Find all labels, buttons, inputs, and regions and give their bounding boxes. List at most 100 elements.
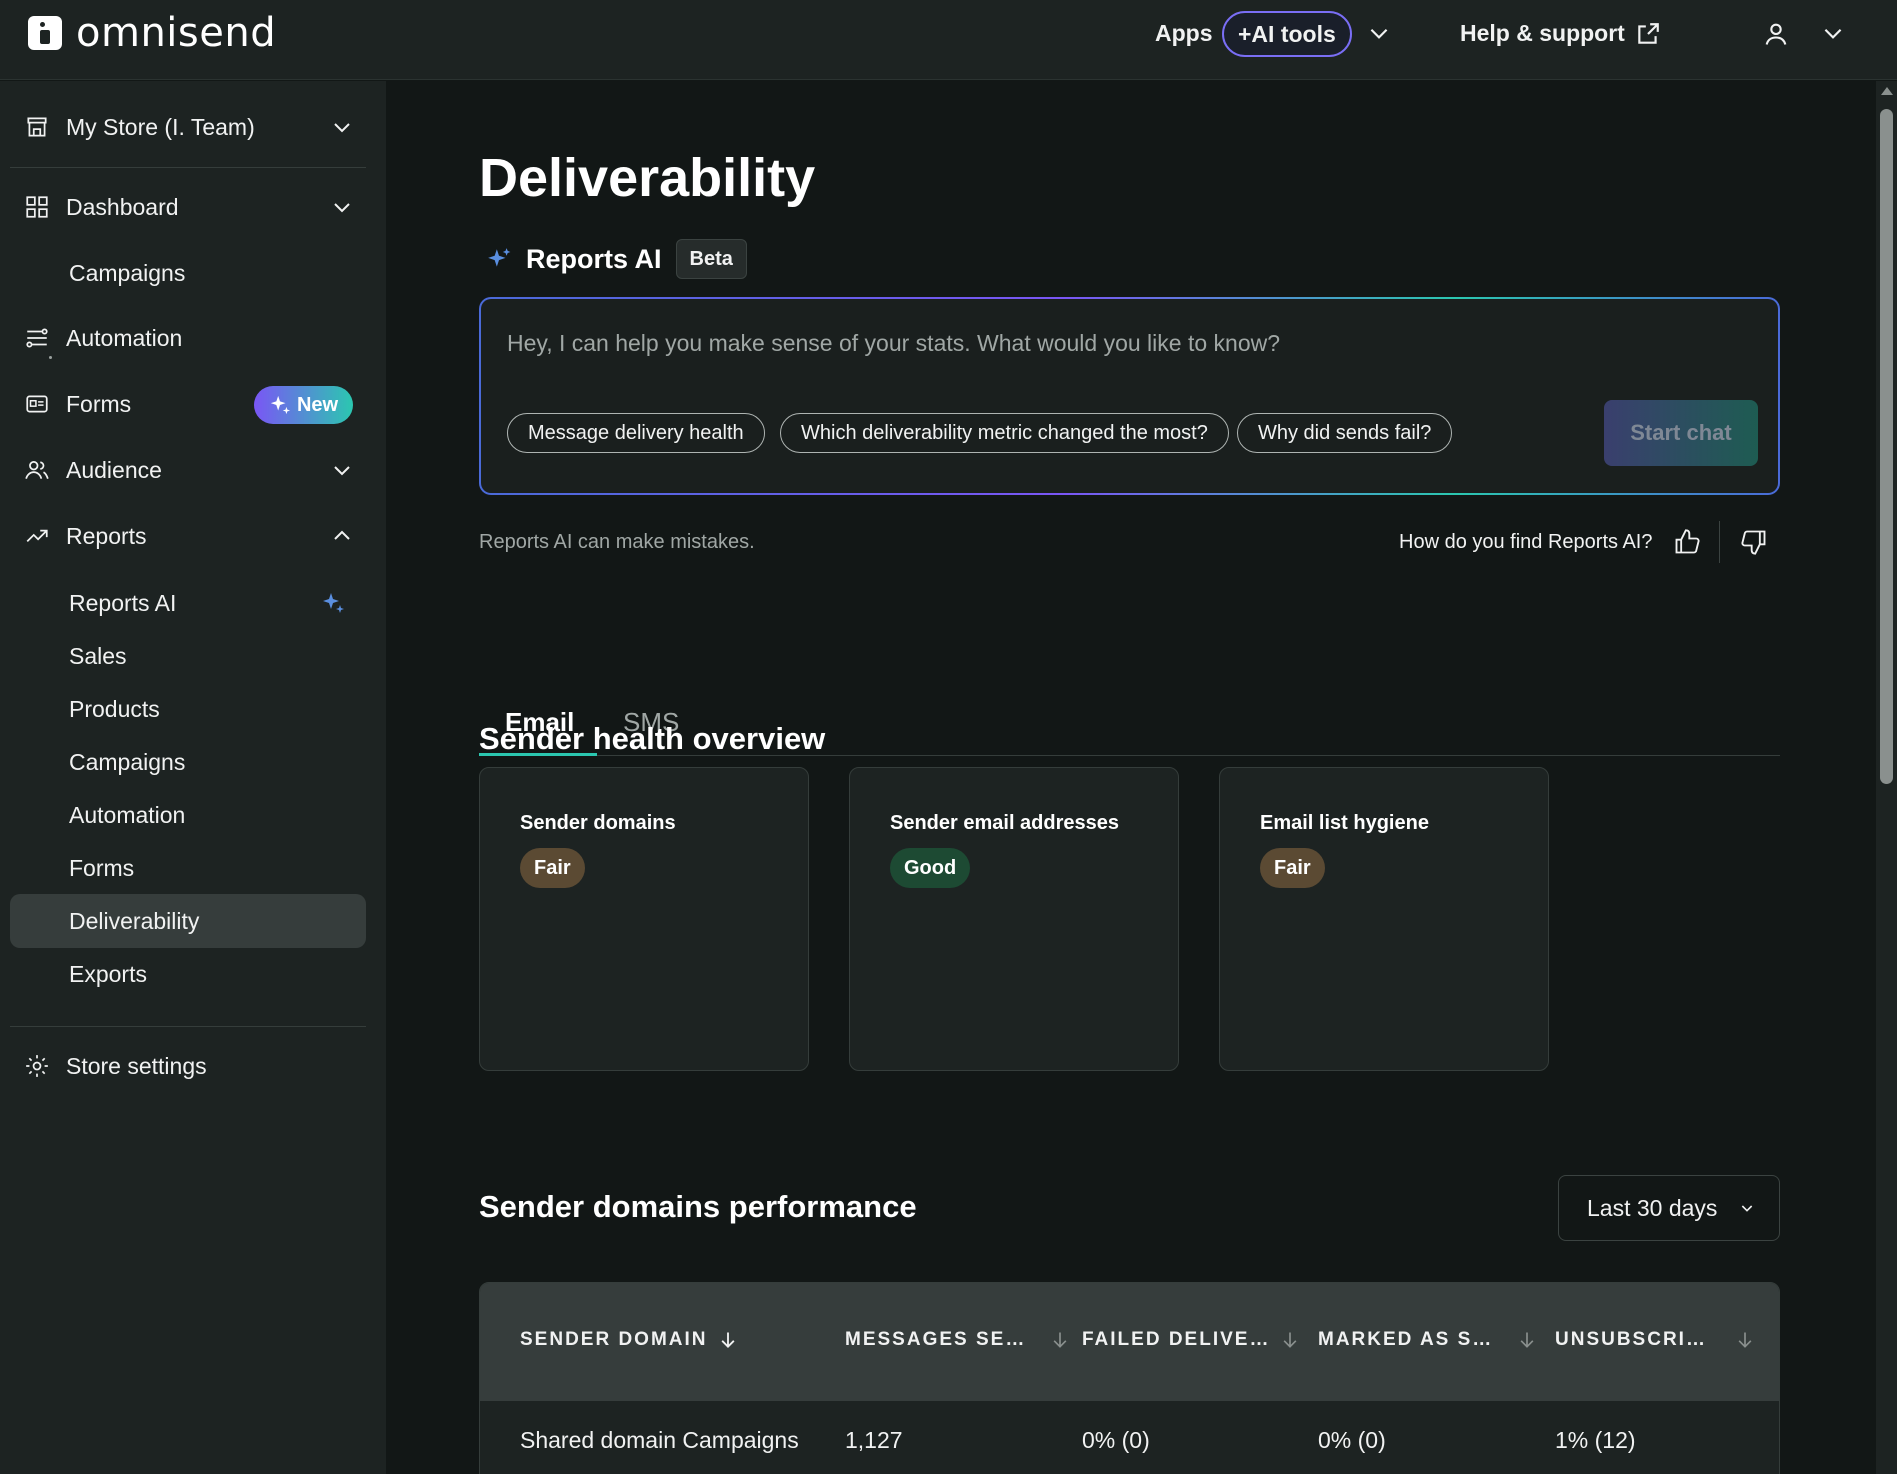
help-support-link[interactable]: Help & support	[1460, 20, 1661, 47]
thumbs-down-icon[interactable]	[1740, 528, 1768, 556]
suggestion-chip-sends-fail[interactable]: Why did sends fail?	[1237, 413, 1453, 453]
card-title: Sender domains	[520, 812, 676, 834]
sidebar-item-dashboard[interactable]: Dashboard	[24, 182, 354, 232]
sidebar-item-products[interactable]: Products	[69, 687, 369, 731]
dashboard-icon	[26, 196, 48, 218]
sidebar-item-label: Audience	[66, 456, 162, 483]
store-name: My Store (I. Team)	[66, 113, 255, 140]
card-title: Email list hygiene	[1260, 812, 1429, 834]
main-content: Deliverability Reports AI Beta Message d…	[386, 81, 1876, 1474]
sidebar-item-label: Automation	[69, 801, 186, 828]
column-header-label: MESSAGES SE…	[845, 1329, 1027, 1350]
start-chat-button[interactable]: Start chat	[1604, 400, 1758, 466]
suggestion-chip-metric-changed[interactable]: Which deliverability metric changed the …	[780, 413, 1229, 453]
date-range-select[interactable]: Last 30 days	[1558, 1175, 1780, 1241]
column-header-label: UNSUBSCRI…	[1555, 1329, 1707, 1350]
apps-link[interactable]: Apps	[1155, 20, 1213, 47]
sidebar-item-report-forms[interactable]: Forms	[69, 846, 369, 890]
column-header-marked-as-spam[interactable]: MARKED AS S…	[1318, 1329, 1537, 1351]
thumbs-up-icon[interactable]	[1673, 528, 1701, 556]
omnisend-logo-icon	[28, 16, 62, 50]
chevron-down-icon	[334, 466, 350, 476]
arrow-down-icon	[1053, 1332, 1067, 1348]
user-icon[interactable]	[1762, 20, 1790, 48]
chevron-down-icon	[1741, 1205, 1753, 1212]
column-header-unsubscribed[interactable]: UNSUBSCRI…	[1555, 1329, 1755, 1351]
status-badge: Good	[890, 848, 971, 888]
user-menu-chevron-down-icon[interactable]	[1820, 20, 1846, 46]
table-header: SENDER DOMAIN MESSAGES SE… FAILED DELIVE…	[480, 1283, 1779, 1401]
sparkle-icon	[323, 593, 344, 613]
sidebar-item-label: Reports	[66, 522, 147, 549]
page-title: Deliverability	[479, 148, 816, 208]
gear-icon	[26, 1055, 48, 1077]
sidebar-item-label: Reports AI	[69, 589, 177, 616]
feedback-question: How do you find Reports AI?	[1399, 531, 1653, 553]
status-badge: Fair	[520, 848, 585, 888]
beta-badge: Beta	[675, 239, 747, 279]
audience-icon	[25, 461, 49, 479]
scroll-thumb[interactable]	[1880, 109, 1893, 784]
arrow-down-icon	[721, 1332, 734, 1348]
sidebar-item-store-settings[interactable]: Store settings	[24, 1041, 354, 1091]
sparkle-icon	[270, 395, 291, 415]
sidebar-item-reports[interactable]: Reports	[24, 511, 354, 561]
apps-chevron-down-icon[interactable]	[1366, 20, 1392, 46]
sender-domains-table: SENDER DOMAIN MESSAGES SE… FAILED DELIVE…	[479, 1282, 1780, 1474]
store-switcher[interactable]: My Store (I. Team)	[24, 102, 354, 152]
sidebar-item-automation[interactable]: Automation	[24, 313, 354, 363]
sidebar-item-label: Sales	[69, 642, 127, 669]
column-header-label: FAILED DELIVE…	[1082, 1329, 1271, 1350]
page-scrollbar[interactable]	[1876, 81, 1897, 1474]
status-badge: Fair	[1260, 848, 1325, 888]
sidebar-item-label: Campaigns	[69, 259, 186, 286]
store-icon	[27, 117, 47, 137]
help-support-label: Help & support	[1460, 20, 1625, 46]
card-title: Sender email addresses	[890, 812, 1120, 834]
sender-domains-performance-title: Sender domains performance	[479, 1189, 917, 1224]
column-header-messages-sent[interactable]: MESSAGES SE…	[845, 1329, 1070, 1351]
ai-tools-label: +AI tools	[1238, 20, 1336, 47]
column-header-label: SENDER DOMAIN	[520, 1329, 708, 1350]
sidebar-item-report-automation[interactable]: Automation	[69, 793, 369, 837]
sender-health-title: Sender health overview	[479, 721, 826, 756]
forms-icon	[26, 395, 48, 413]
sidebar-item-audience[interactable]: Audience	[24, 445, 354, 495]
cell-messages-sent: 1,127	[845, 1427, 903, 1453]
feedback-separator	[1719, 521, 1720, 563]
sidebar-item-label: Campaigns	[69, 748, 186, 775]
date-range-value: Last 30 days	[1587, 1194, 1718, 1221]
column-header-failed-deliveries[interactable]: FAILED DELIVE…	[1082, 1329, 1300, 1351]
ai-disclaimer: Reports AI can make mistakes.	[479, 531, 755, 553]
sidebar-item-deliverability[interactable]: Deliverability	[10, 894, 366, 948]
chevron-up-icon	[334, 530, 350, 540]
sidebar-item-reports-ai[interactable]: Reports AI	[69, 581, 369, 625]
card-sender-domains[interactable]: Sender domains Fair	[479, 767, 809, 1071]
card-sender-email-addresses[interactable]: Sender email addresses Good	[849, 767, 1179, 1071]
sidebar: My Store (I. Team) Dashboard Campaigns A…	[0, 81, 386, 1474]
logo-text: omnisend	[76, 10, 277, 56]
chat-input[interactable]	[507, 323, 1607, 363]
arrow-down-icon	[1520, 1332, 1534, 1348]
sidebar-item-label: Forms	[66, 390, 132, 417]
reports-ai-chatbox: Message delivery health Which deliverabi…	[479, 297, 1780, 495]
sidebar-item-exports[interactable]: Exports	[69, 952, 369, 996]
trending-up-icon	[26, 529, 48, 543]
card-email-list-hygiene[interactable]: Email list hygiene Fair	[1219, 767, 1549, 1071]
ai-tools-button[interactable]: +AI tools	[1222, 11, 1352, 57]
new-badge: New	[254, 386, 353, 424]
sidebar-item-sales[interactable]: Sales	[69, 634, 369, 678]
scroll-up-arrow-icon[interactable]	[1881, 87, 1893, 95]
sidebar-item-label: Dashboard	[66, 193, 179, 220]
sparkle-icon	[488, 248, 511, 267]
reports-ai-header: Reports AI Beta	[486, 239, 747, 279]
column-header-sender-domain[interactable]: SENDER DOMAIN	[520, 1329, 738, 1351]
chatbox-inner: Message delivery health Which deliverabi…	[481, 299, 1778, 493]
omnisend-logo[interactable]: omnisend	[28, 10, 276, 56]
sidebar-divider	[10, 1026, 366, 1027]
sidebar-item-campaigns[interactable]: Campaigns	[69, 251, 369, 295]
top-bar: omnisend Apps +AI tools Help & support	[0, 0, 1897, 80]
sidebar-item-report-campaigns[interactable]: Campaigns	[69, 740, 369, 784]
chevron-down-icon	[334, 203, 350, 213]
suggestion-chip-delivery-health[interactable]: Message delivery health	[507, 413, 765, 453]
